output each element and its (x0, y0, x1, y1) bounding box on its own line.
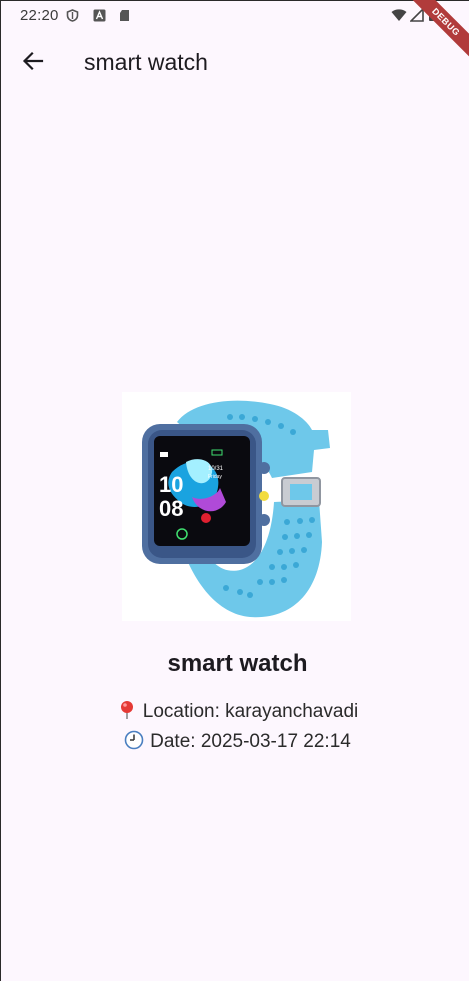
sd-card-icon (120, 10, 129, 21)
clock-icon (124, 730, 144, 750)
arrow-left-icon (22, 51, 44, 71)
svg-text:10: 10 (159, 472, 183, 497)
back-button[interactable] (16, 44, 50, 78)
page-title: smart watch (84, 49, 208, 75)
svg-text:10/31: 10/31 (208, 466, 224, 472)
shield-icon (66, 9, 79, 22)
location-line: Location: karayanchavadi (0, 700, 469, 723)
svg-text:08: 08 (159, 496, 183, 521)
wifi-icon (391, 9, 407, 21)
product-name: smart watch (167, 650, 308, 677)
app-bar: smart watch (0, 32, 469, 94)
date-line: Date: 2025-03-17 22:14 (0, 730, 469, 753)
font-a-icon (93, 9, 106, 22)
smart-watch-image: 10 08 10/31 Friday (122, 392, 351, 621)
status-bar: 22:20 (0, 0, 469, 32)
left-edge (0, 0, 1, 981)
status-time: 22:20 (20, 7, 59, 24)
svg-text:Friday: Friday (208, 474, 222, 480)
location-text: Location: karayanchavadi (142, 701, 359, 722)
pin-icon (120, 701, 133, 719)
date-text: Date: 2025-03-17 22:14 (150, 731, 351, 752)
